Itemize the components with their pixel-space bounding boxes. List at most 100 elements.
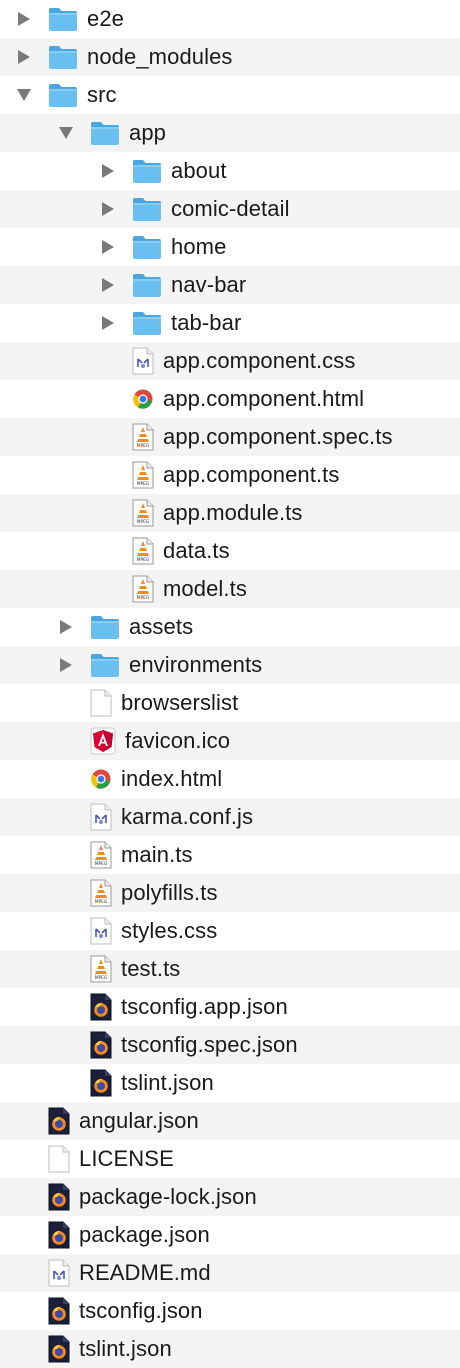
disclosure-triangle-right-icon[interactable] (56, 617, 76, 637)
item-label: app.component.css (163, 348, 356, 373)
item-label: app.component.ts (163, 462, 340, 487)
disclosure-triangle-right-icon[interactable] (14, 47, 34, 67)
folder-row[interactable]: node_modules (0, 38, 460, 76)
disclosure-triangle-down-icon[interactable] (14, 85, 34, 105)
file-row[interactable]: MPEG data.ts (0, 532, 460, 570)
disclosure-triangle-right-icon[interactable] (56, 655, 76, 675)
folder-row[interactable]: nav-bar (0, 266, 460, 304)
svg-text:MPEG: MPEG (137, 443, 150, 449)
folder-icon (132, 272, 162, 298)
folder-icon (90, 120, 120, 146)
firefox-file-icon (90, 1031, 112, 1059)
disclosure-triangle-right-icon[interactable] (98, 199, 118, 219)
item-label: polyfills.ts (121, 880, 218, 905)
file-row[interactable]: MPEG polyfills.ts (0, 874, 460, 912)
firefox-file-icon (90, 993, 112, 1021)
firefox-file-icon (48, 1183, 70, 1211)
folder-row[interactable]: assets (0, 608, 460, 646)
css-file-icon (48, 1259, 70, 1287)
item-label: comic-detail (171, 196, 290, 221)
svg-text:MPEG: MPEG (137, 557, 150, 563)
mpeg-file-icon: MPEG (132, 575, 154, 603)
svg-text:MPEG: MPEG (95, 899, 108, 905)
folder-row[interactable]: home (0, 228, 460, 266)
css-file-icon (90, 803, 112, 831)
item-label: about (171, 158, 227, 183)
chrome-html-file-icon (90, 768, 112, 790)
item-label: styles.css (121, 918, 218, 943)
item-label: assets (129, 614, 194, 639)
firefox-file-icon (48, 1107, 70, 1135)
file-row[interactable]: MPEG app.component.ts (0, 456, 460, 494)
file-row[interactable]: package.json (0, 1216, 460, 1254)
file-row[interactable]: tslint.json (0, 1330, 460, 1368)
item-label: tsconfig.spec.json (121, 1032, 298, 1057)
item-label: e2e (87, 6, 125, 31)
disclosure-triangle-right-icon[interactable] (14, 9, 34, 29)
mpeg-file-icon: MPEG (132, 423, 154, 451)
file-row[interactable]: MPEG test.ts (0, 950, 460, 988)
disclosure-triangle-right-icon[interactable] (98, 237, 118, 257)
file-row[interactable]: LICENSE (0, 1140, 460, 1178)
folder-row[interactable]: comic-detail (0, 190, 460, 228)
folder-icon (48, 6, 78, 32)
mpeg-file-icon: MPEG (90, 879, 112, 907)
folder-row[interactable]: e2e (0, 0, 460, 38)
firefox-file-icon (48, 1221, 70, 1249)
angular-file-icon (90, 727, 116, 755)
file-row[interactable]: MPEG app.component.spec.ts (0, 418, 460, 456)
item-label: nav-bar (171, 272, 247, 297)
item-label: tab-bar (171, 310, 242, 335)
svg-text:MPEG: MPEG (137, 481, 150, 487)
file-row[interactable]: index.html (0, 760, 460, 798)
svg-text:MPEG: MPEG (95, 975, 108, 981)
file-row[interactable]: tsconfig.app.json (0, 988, 460, 1026)
mpeg-file-icon: MPEG (90, 841, 112, 869)
svg-text:MPEG: MPEG (137, 519, 150, 525)
folder-row[interactable]: src (0, 76, 460, 114)
file-row[interactable]: angular.json (0, 1102, 460, 1140)
mpeg-file-icon: MPEG (132, 537, 154, 565)
file-row[interactable]: karma.conf.js (0, 798, 460, 836)
file-row[interactable]: app.component.html (0, 380, 460, 418)
file-row[interactable]: MPEG main.ts (0, 836, 460, 874)
item-label: tslint.json (121, 1070, 214, 1095)
file-row[interactable]: browserslist (0, 684, 460, 722)
item-label: node_modules (87, 44, 233, 69)
folder-row[interactable]: environments (0, 646, 460, 684)
item-label: test.ts (121, 956, 181, 981)
folder-row[interactable]: app (0, 114, 460, 152)
item-label: tsconfig.json (79, 1298, 203, 1323)
css-file-icon (90, 917, 112, 945)
file-row[interactable]: styles.css (0, 912, 460, 950)
item-label: README.md (79, 1260, 211, 1285)
folder-icon (90, 614, 120, 640)
file-row[interactable]: MPEG app.module.ts (0, 494, 460, 532)
file-row[interactable]: tsconfig.spec.json (0, 1026, 460, 1064)
firefox-file-icon (48, 1335, 70, 1363)
file-row[interactable]: tsconfig.json (0, 1292, 460, 1330)
mpeg-file-icon: MPEG (90, 955, 112, 983)
folder-icon (132, 234, 162, 260)
folder-row[interactable]: about (0, 152, 460, 190)
folder-icon (132, 196, 162, 222)
item-label: environments (129, 652, 263, 677)
disclosure-triangle-right-icon[interactable] (98, 313, 118, 333)
chrome-html-file-icon (132, 388, 154, 410)
folder-icon (132, 158, 162, 184)
disclosure-triangle-right-icon[interactable] (98, 275, 118, 295)
file-row[interactable]: favicon.ico (0, 722, 460, 760)
blank-file-icon (90, 689, 112, 717)
file-row[interactable]: tslint.json (0, 1064, 460, 1102)
disclosure-triangle-right-icon[interactable] (98, 161, 118, 181)
item-label: karma.conf.js (121, 804, 254, 829)
disclosure-triangle-down-icon[interactable] (56, 123, 76, 143)
file-row[interactable]: app.component.css (0, 342, 460, 380)
item-label: model.ts (163, 576, 247, 601)
file-row[interactable]: MPEG model.ts (0, 570, 460, 608)
item-label: home (171, 234, 227, 259)
file-row[interactable]: README.md (0, 1254, 460, 1292)
file-row[interactable]: package-lock.json (0, 1178, 460, 1216)
folder-row[interactable]: tab-bar (0, 304, 460, 342)
mpeg-file-icon: MPEG (132, 461, 154, 489)
